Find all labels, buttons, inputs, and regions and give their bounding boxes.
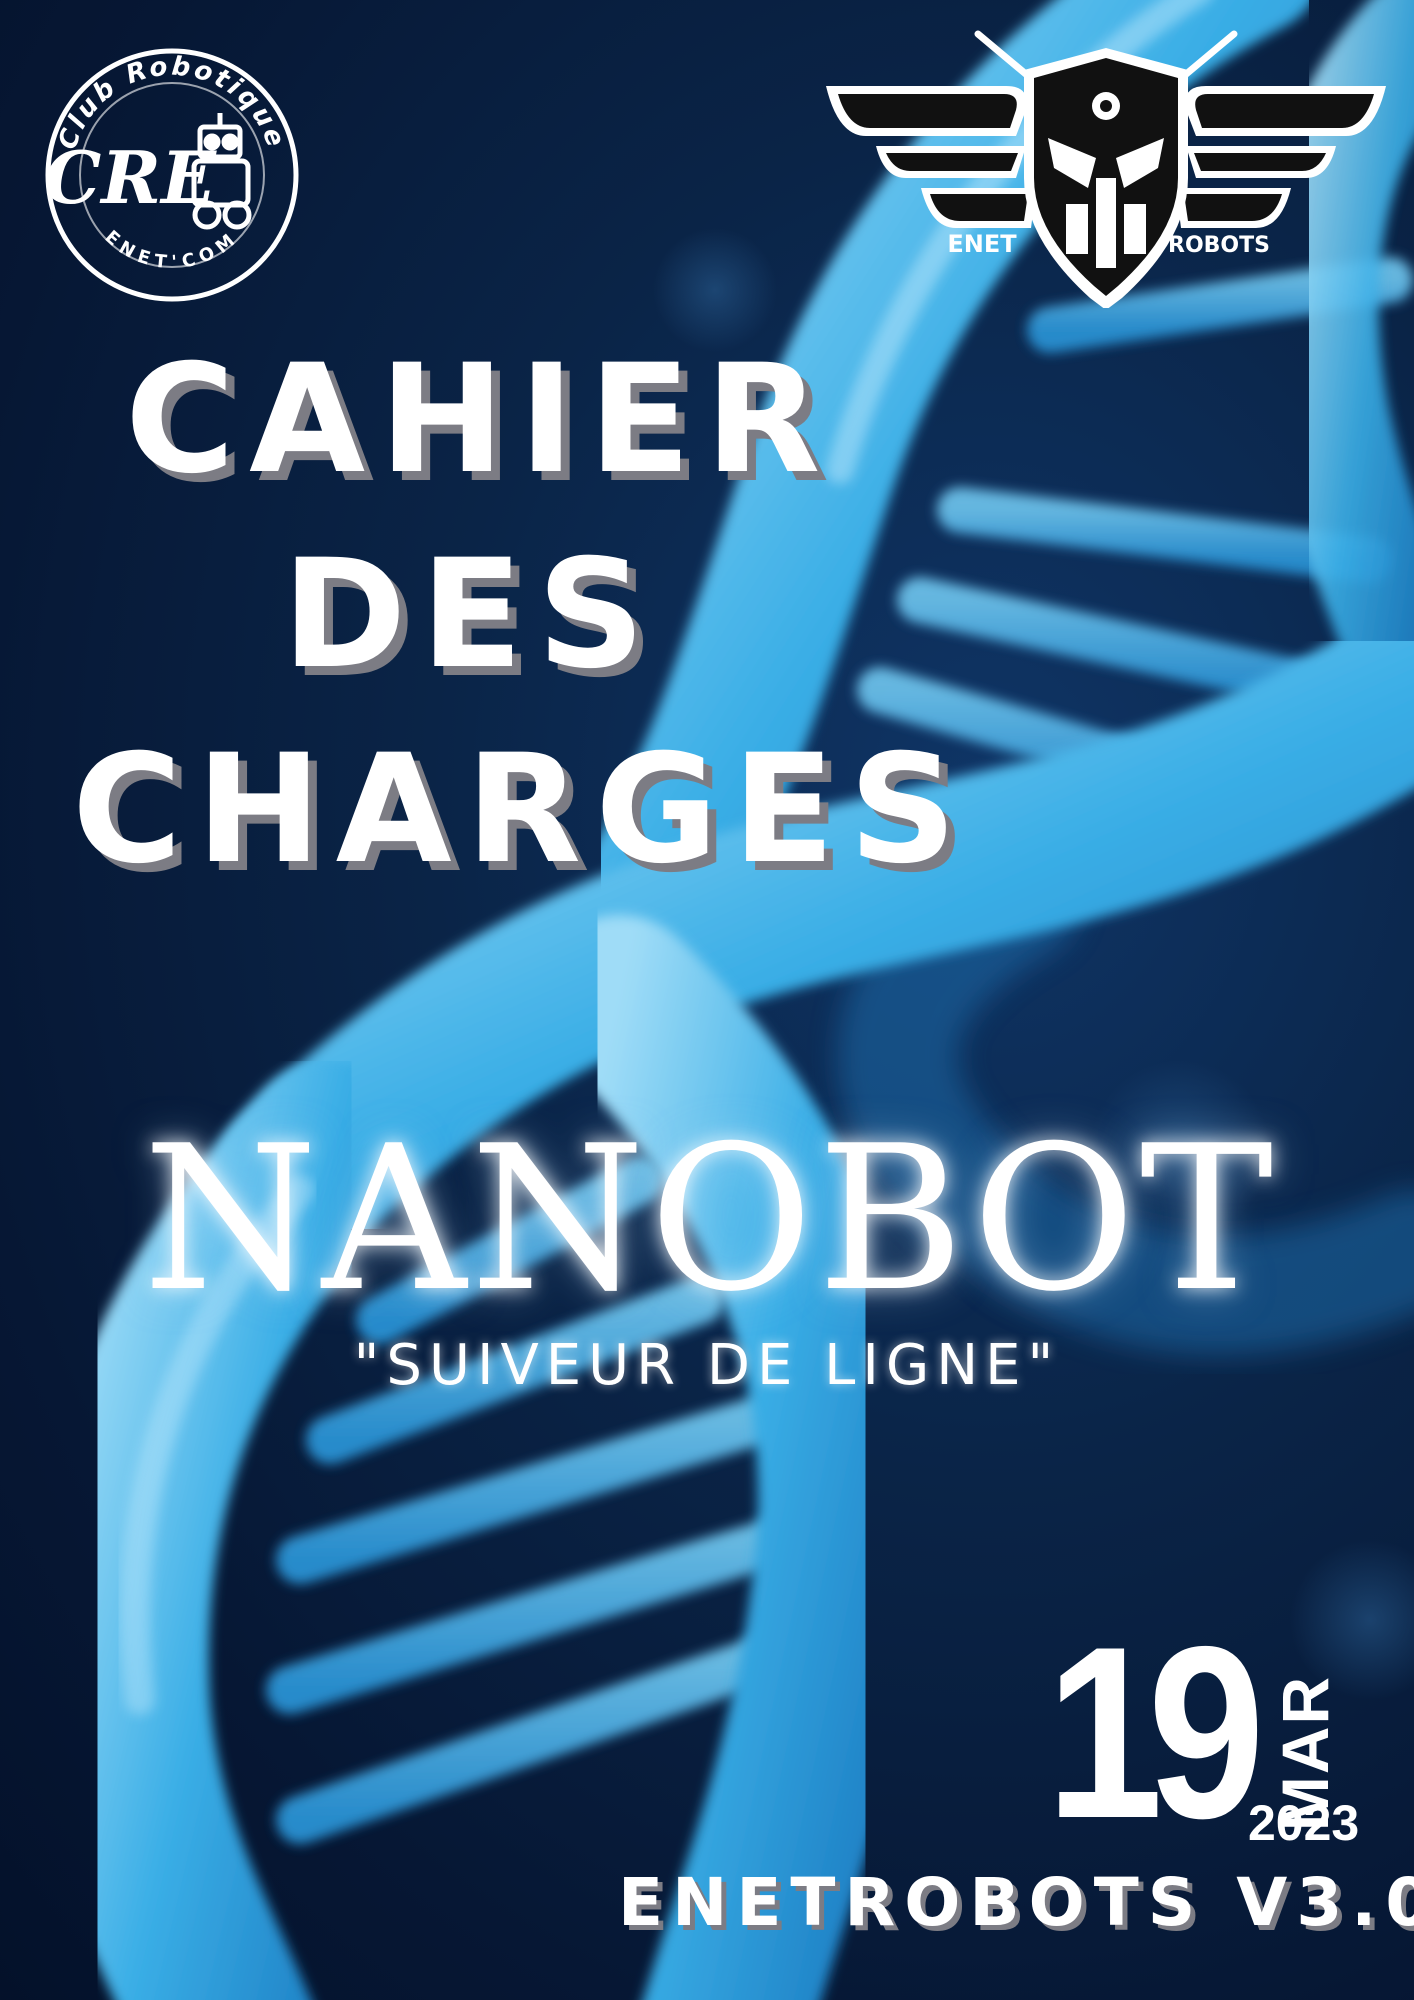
shield-wings-icon <box>826 30 1386 308</box>
date-year: 2023 <box>1248 1795 1360 1851</box>
product-name: NANOBOT <box>142 1103 1278 1336</box>
club-robotique-logo: Club Robotique ENET'COM CRE <box>44 48 299 302</box>
title-line-3: CHARGES <box>72 723 971 897</box>
club-logo-monogram: CRE <box>44 135 217 220</box>
poster: Club Robotique ENET'COM CRE ENET ROBOTS … <box>0 0 1414 2000</box>
event-name: ENETROBOTS V3.0 <box>618 1864 1414 1941</box>
date-day: 19 <box>1046 1595 1265 1869</box>
title-line-2: DES <box>282 528 660 702</box>
enet-logo-left-text: ENET <box>947 230 1017 258</box>
svg-text:ENET'COM: ENET'COM <box>101 227 244 274</box>
title-line-1: CAHIER <box>125 333 835 507</box>
product-subtitle: "SUIVEUR DE LIGNE" <box>353 1333 1061 1398</box>
enet-robots-logo: ENET ROBOTS <box>826 30 1386 308</box>
club-logo-bottom-text: ENET'COM <box>101 227 238 274</box>
enet-logo-right-text: ROBOTS <box>1168 233 1270 258</box>
